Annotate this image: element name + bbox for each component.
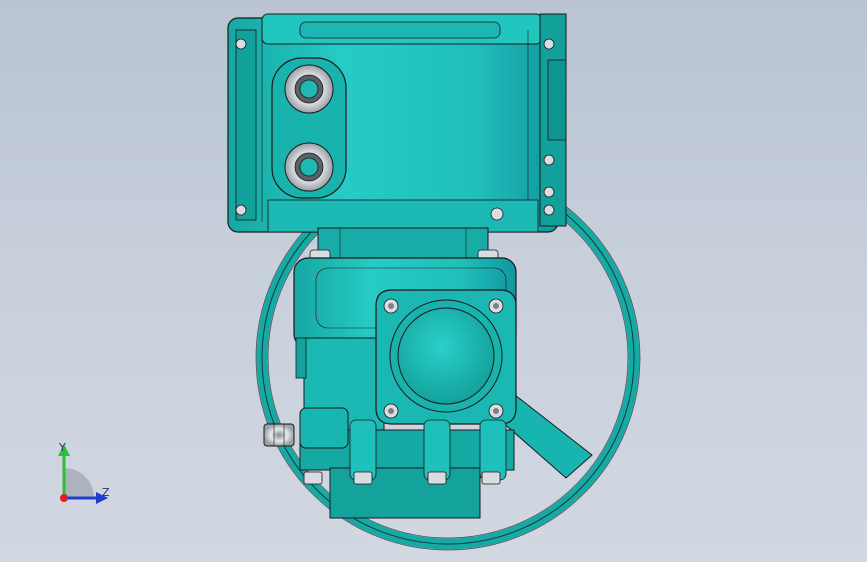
origin-dot: [60, 494, 68, 502]
y-axis-label: Y: [59, 441, 66, 454]
side-fitting[interactable]: [263, 423, 295, 447]
triad-plane: [64, 468, 94, 498]
cable-gland-lower[interactable]: [284, 142, 334, 192]
z-axis-label: Z: [102, 486, 110, 499]
cable-gland-upper[interactable]: [284, 64, 334, 114]
actuator-3d-model[interactable]: [0, 0, 867, 562]
graphics-viewport[interactable]: Y Z: [0, 0, 867, 562]
neck-adaptor[interactable]: [309, 227, 499, 263]
axis-triad: [58, 444, 108, 504]
